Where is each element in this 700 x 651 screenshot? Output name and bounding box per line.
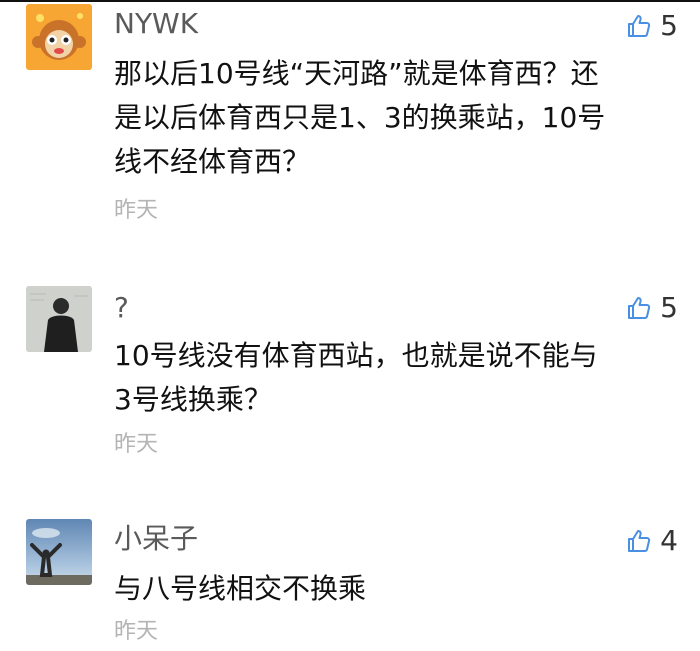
- like-count: 4: [660, 524, 678, 557]
- comment-text: 那以后10号线“天河路”就是体育西？还 是以后体育西只是1、3的换乘站，10号 …: [114, 52, 674, 184]
- avatar[interactable]: [26, 519, 92, 585]
- like-button[interactable]: 4: [626, 523, 678, 559]
- thumbs-up-icon: [628, 297, 651, 319]
- comment-line: 线不经体育西？: [114, 145, 311, 178]
- like-count: 5: [660, 291, 678, 324]
- comment-author[interactable]: ?: [114, 288, 129, 328]
- comment-time: 昨天: [114, 198, 159, 223]
- comment-time: 昨天: [114, 432, 159, 457]
- like-button[interactable]: 5: [626, 290, 678, 326]
- comment-line: 10号线没有体育西站，也就是说不能与: [114, 339, 598, 372]
- avatar[interactable]: [26, 4, 92, 70]
- thumbs-up-icon: [628, 530, 651, 552]
- like-button[interactable]: 5: [626, 8, 678, 44]
- like-count: 5: [660, 9, 678, 42]
- comment-text: 10号线没有体育西站，也就是说不能与 3号线换乘？: [114, 334, 674, 422]
- comment-line: 与八号线相交不换乘: [114, 572, 367, 605]
- comment-time: 昨天: [114, 619, 159, 644]
- comment-author[interactable]: 小呆子: [114, 519, 198, 559]
- comment-line: 那以后10号线“天河路”就是体育西？还: [114, 57, 599, 90]
- comment-text: 与八号线相交不换乘: [114, 567, 674, 611]
- comment-line: 3号线换乘？: [114, 383, 272, 416]
- thumbs-up-icon: [628, 15, 651, 37]
- top-border: [0, 0, 700, 2]
- comment-author[interactable]: NYWK: [114, 4, 198, 44]
- comment-line: 是以后体育西只是1、3的换乘站，10号: [114, 101, 606, 134]
- avatar[interactable]: [26, 286, 92, 352]
